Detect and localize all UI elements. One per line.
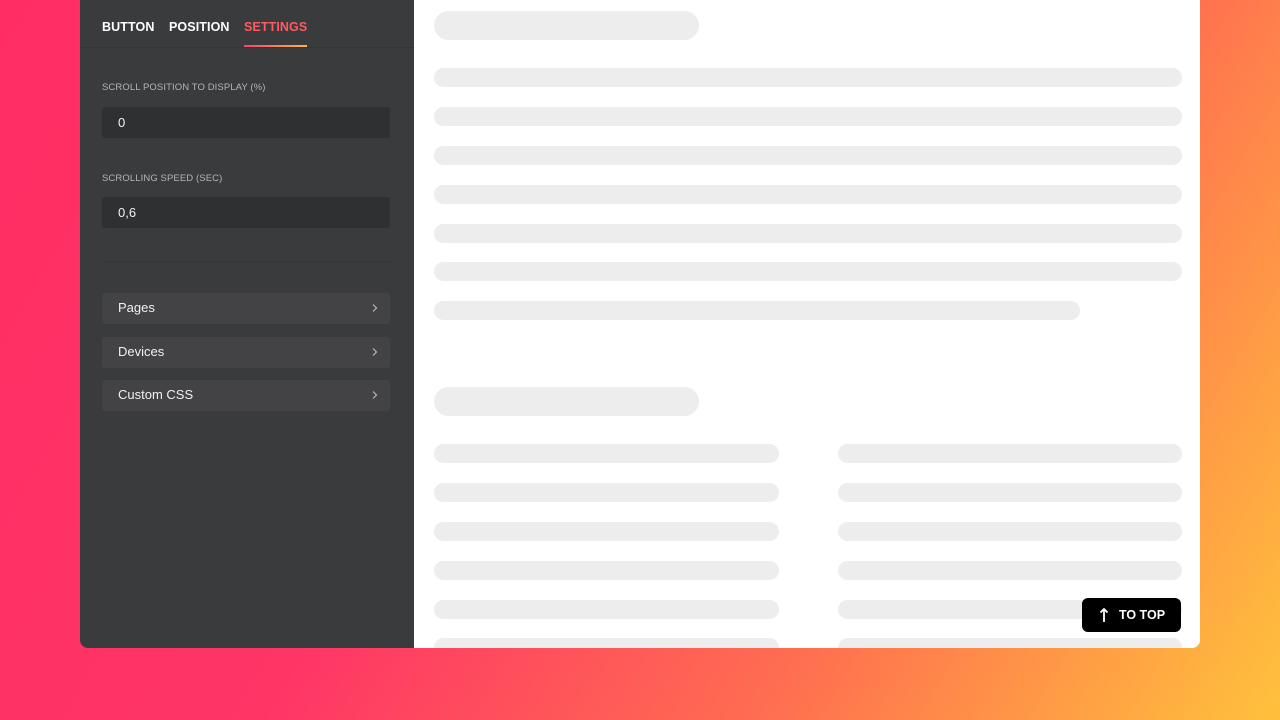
menu-item-label: Devices — [118, 344, 165, 359]
tab-bar: BUTTON POSITION SETTINGS — [80, 0, 414, 48]
chevron-right-icon — [372, 391, 378, 399]
skeleton-line — [434, 561, 779, 580]
skeleton-line — [434, 522, 779, 541]
skeleton-line — [838, 483, 1182, 502]
to-top-label: TO TOP — [1118, 608, 1166, 622]
skeleton-heading — [434, 387, 699, 416]
menu-item-pages[interactable]: Pages — [102, 293, 390, 324]
skeleton-line — [838, 444, 1182, 463]
skeleton-line — [838, 638, 1182, 648]
skeleton-line — [434, 146, 1182, 165]
skeleton-line — [434, 185, 1182, 204]
preview-area: TO TOP — [414, 0, 1200, 648]
skeleton-line — [838, 561, 1182, 580]
app-window: BUTTON POSITION SETTINGS SCROLL POSITION… — [80, 0, 1200, 648]
skeleton-line — [434, 638, 779, 648]
skeleton-line — [434, 600, 779, 619]
skeleton-line — [434, 68, 1182, 87]
menu-item-label: Pages — [118, 300, 155, 315]
menu-item-label: Custom CSS — [118, 387, 194, 402]
tab-button[interactable]: BUTTON — [102, 20, 154, 34]
skeleton-line — [434, 262, 1182, 281]
divider — [102, 261, 390, 262]
chevron-right-icon — [372, 304, 378, 312]
tab-position[interactable]: POSITION — [169, 20, 230, 34]
skeleton-line — [434, 301, 1080, 320]
arrow-up-icon — [1099, 607, 1109, 622]
scrolling-speed-input[interactable] — [102, 197, 390, 228]
skeleton-line — [434, 224, 1182, 243]
skeleton-line — [434, 444, 779, 463]
menu-item-custom-css[interactable]: Custom CSS — [102, 380, 390, 411]
menu-item-devices[interactable]: Devices — [102, 337, 390, 368]
skeleton-line — [434, 483, 779, 502]
settings-sidebar: BUTTON POSITION SETTINGS SCROLL POSITION… — [80, 0, 414, 648]
skeleton-heading — [434, 11, 699, 40]
tab-settings[interactable]: SETTINGS — [244, 20, 308, 47]
to-top-button[interactable]: TO TOP — [1082, 598, 1181, 632]
scroll-position-input[interactable] — [102, 107, 390, 138]
scrolling-speed-label: SCROLLING SPEED (SEC) — [102, 173, 223, 184]
skeleton-line — [434, 107, 1182, 126]
chevron-right-icon — [372, 348, 378, 356]
scroll-position-label: SCROLL POSITION TO DISPLAY (%) — [102, 82, 266, 93]
skeleton-line — [838, 522, 1182, 541]
